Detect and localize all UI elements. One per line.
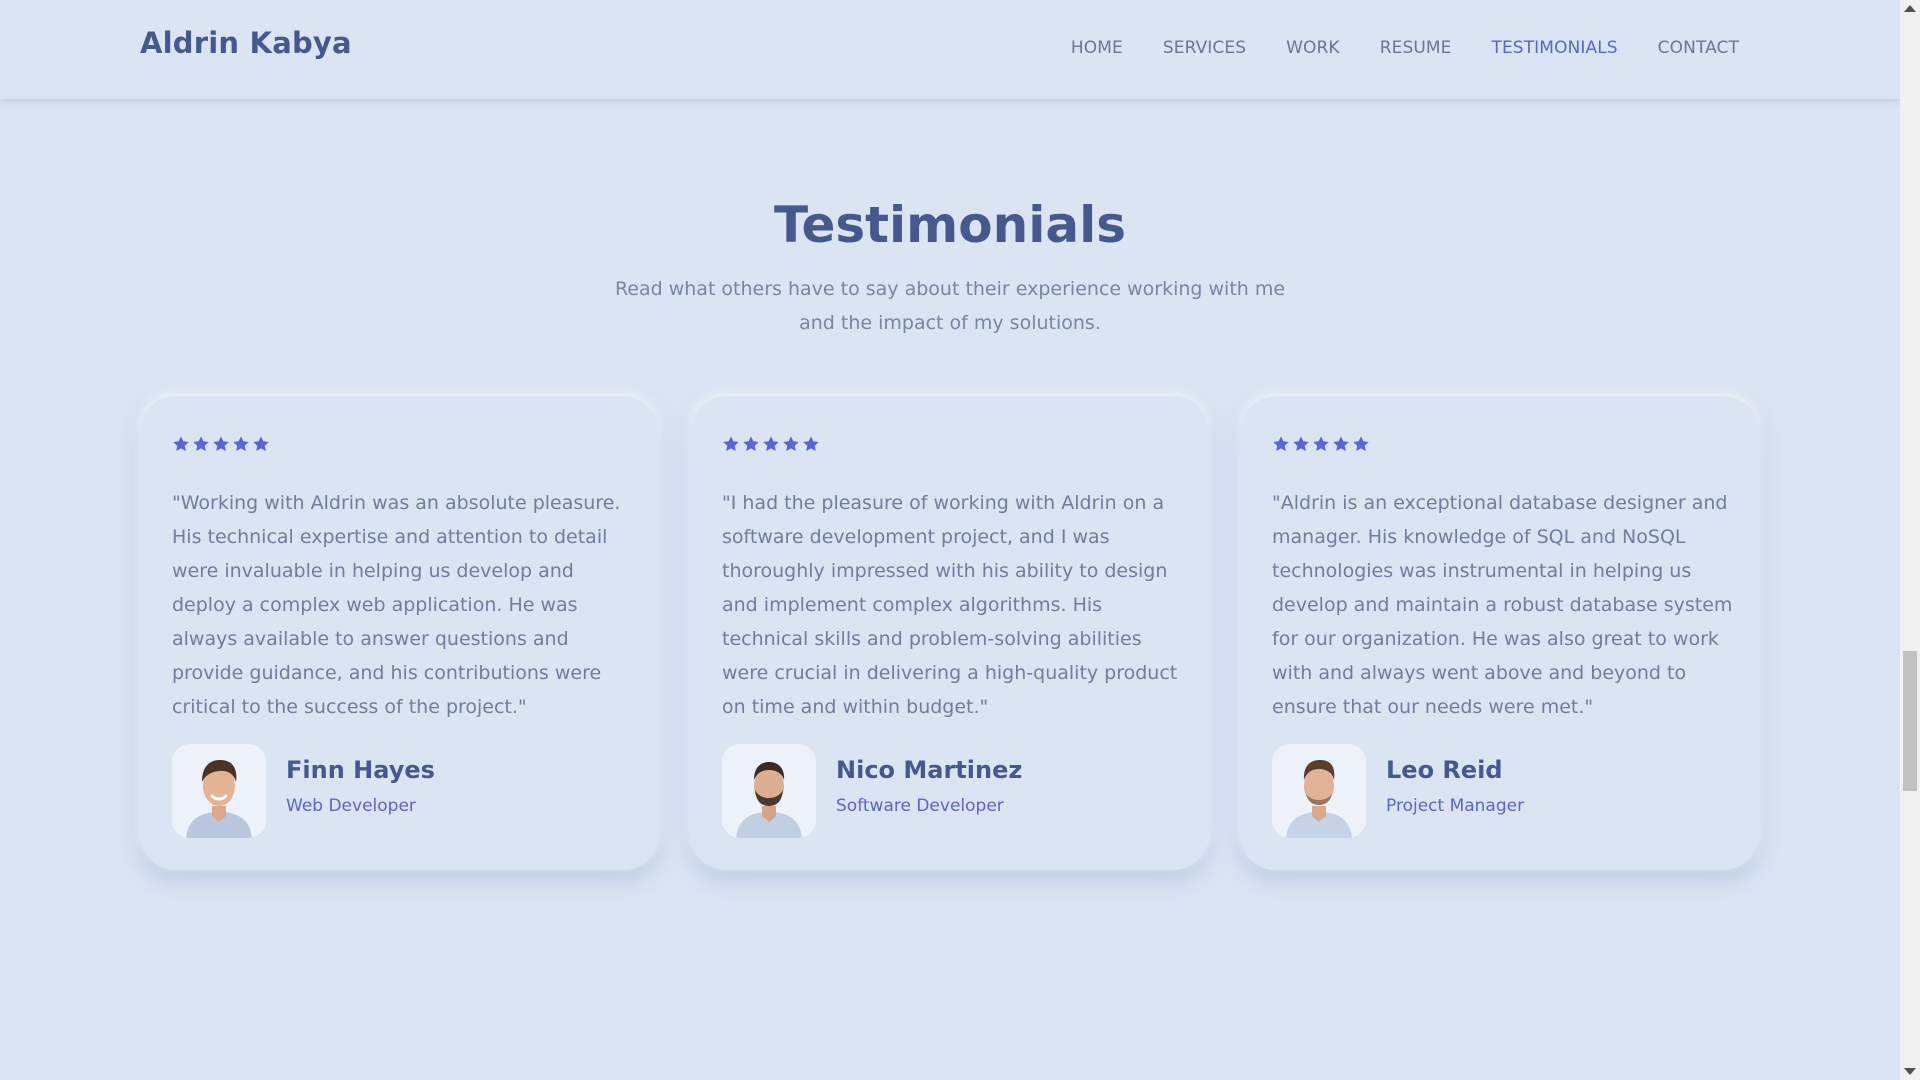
avatar bbox=[172, 744, 266, 838]
star-icon bbox=[722, 435, 740, 453]
nav-item-contact[interactable]: CONTACT bbox=[1658, 38, 1739, 58]
main-nav: HOME SERVICES WORK RESUME TESTIMONIALS C… bbox=[1071, 38, 1739, 58]
star-icon bbox=[212, 435, 230, 453]
star-icon bbox=[1352, 435, 1370, 453]
star-rating bbox=[1272, 432, 1727, 456]
author-role: Project Manager bbox=[1386, 796, 1525, 816]
author-role: Web Developer bbox=[286, 796, 416, 816]
testimonial-author: Nico Martinez Software Developer bbox=[722, 744, 1022, 838]
section-subtitle: Read what others have to say about their… bbox=[614, 278, 1286, 334]
star-rating bbox=[172, 432, 627, 456]
author-info: Leo Reid Project Manager bbox=[1386, 744, 1524, 816]
star-icon bbox=[1312, 435, 1330, 453]
testimonial-card: "Aldrin is an exceptional database desig… bbox=[1240, 396, 1759, 870]
nav-item-resume[interactable]: RESUME bbox=[1380, 38, 1452, 58]
section-title: Testimonials bbox=[773, 196, 1126, 254]
author-name: Nico Martinez bbox=[836, 756, 1023, 784]
star-icon bbox=[192, 435, 210, 453]
testimonial-quote: "Working with Aldrin was an absolute ple… bbox=[172, 492, 621, 718]
nav-item-testimonials[interactable]: TESTIMONIALS bbox=[1491, 38, 1617, 58]
author-name: Leo Reid bbox=[1386, 756, 1503, 784]
avatar bbox=[722, 744, 816, 838]
nav-item-work[interactable]: WORK bbox=[1286, 38, 1340, 58]
scroll-down-arrow-icon[interactable] bbox=[1904, 1068, 1916, 1075]
avatar-photo-icon bbox=[722, 744, 816, 838]
vertical-scrollbar[interactable] bbox=[1900, 0, 1920, 1080]
site-logo[interactable]: Aldrin Kabya bbox=[140, 26, 352, 60]
testimonial-quote: "Aldrin is an exceptional database desig… bbox=[1272, 492, 1733, 718]
scroll-up-arrow-icon[interactable] bbox=[1904, 5, 1916, 12]
star-icon bbox=[802, 435, 820, 453]
star-icon bbox=[742, 435, 760, 453]
testimonial-author: Finn Hayes Web Developer bbox=[172, 744, 435, 838]
nav-item-services[interactable]: SERVICES bbox=[1163, 38, 1246, 58]
site-header: Aldrin Kabya HOME SERVICES WORK RESUME T… bbox=[0, 0, 1900, 99]
star-icon bbox=[1332, 435, 1350, 453]
testimonial-author: Leo Reid Project Manager bbox=[1272, 744, 1524, 838]
browser-viewport: Aldrin Kabya HOME SERVICES WORK RESUME T… bbox=[0, 0, 1920, 1080]
star-icon bbox=[782, 435, 800, 453]
author-role: Software Developer bbox=[836, 796, 1004, 816]
star-icon bbox=[252, 435, 270, 453]
page: Aldrin Kabya HOME SERVICES WORK RESUME T… bbox=[0, 0, 1900, 1080]
avatar-photo-icon bbox=[1272, 744, 1366, 838]
testimonial-quote: "I had the pleasure of working with Aldr… bbox=[722, 492, 1178, 718]
author-info: Finn Hayes Web Developer bbox=[286, 744, 435, 816]
star-rating bbox=[722, 432, 1177, 456]
scroll-thumb[interactable] bbox=[1903, 650, 1917, 791]
star-icon bbox=[1292, 435, 1310, 453]
testimonial-card: "I had the pleasure of working with Aldr… bbox=[690, 396, 1209, 870]
nav-item-home[interactable]: HOME bbox=[1071, 38, 1123, 58]
star-icon bbox=[762, 435, 780, 453]
avatar-photo-icon bbox=[172, 744, 266, 838]
star-icon bbox=[232, 435, 250, 453]
author-info: Nico Martinez Software Developer bbox=[836, 744, 1022, 816]
avatar bbox=[1272, 744, 1366, 838]
star-icon bbox=[172, 435, 190, 453]
star-icon bbox=[1272, 435, 1290, 453]
author-name: Finn Hayes bbox=[286, 756, 435, 784]
testimonial-card: "Working with Aldrin was an absolute ple… bbox=[140, 396, 659, 870]
